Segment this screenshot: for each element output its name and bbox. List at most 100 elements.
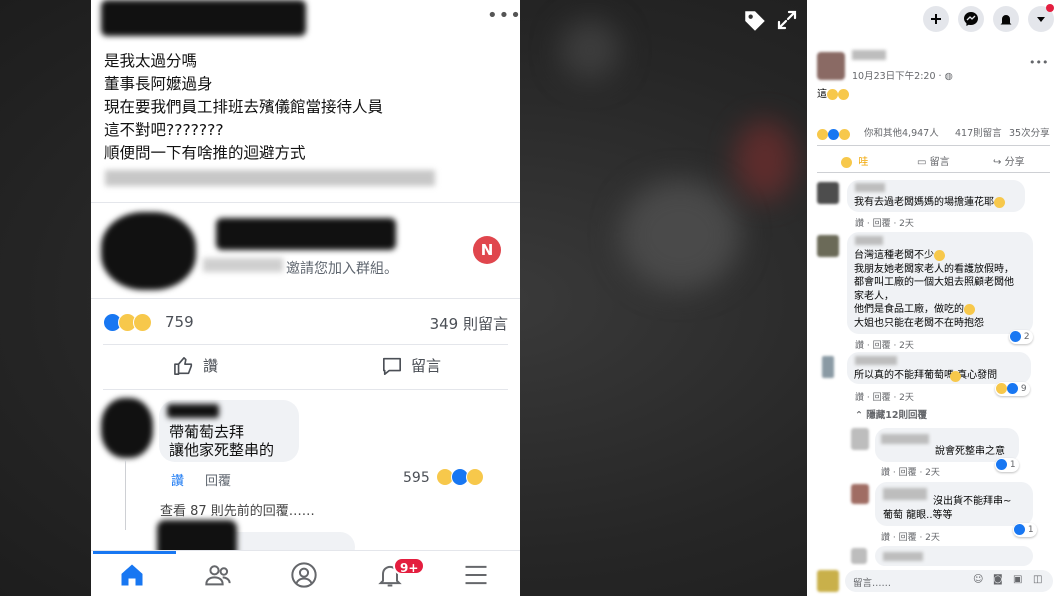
comment-line: 他們是食品工廠，做吃的 bbox=[854, 304, 964, 315]
reply-line: 沒出貨不能拜串~ bbox=[933, 496, 1012, 507]
comment-text-content: 我有去過老闆媽媽的場擔蓮花耶 bbox=[854, 197, 994, 208]
comment-line: 家老人， bbox=[854, 290, 894, 302]
like-count: 1 bbox=[1027, 525, 1034, 535]
sticker-icon[interactable]: ◫ bbox=[1033, 574, 1042, 585]
profile-icon[interactable] bbox=[290, 561, 318, 589]
poster-avatar[interactable] bbox=[817, 52, 845, 80]
comment-line: 帶葡萄去拜 bbox=[169, 423, 245, 441]
friends-icon[interactable] bbox=[204, 561, 232, 589]
background-blur bbox=[620, 180, 740, 290]
commenter-avatar[interactable] bbox=[817, 235, 839, 257]
reply-like-badge[interactable]: 1 bbox=[1013, 523, 1037, 537]
home-icon[interactable] bbox=[118, 561, 146, 589]
bottom-nav: 9+ bbox=[91, 550, 520, 596]
comment-line: 我朋友她老闆家老人的看護放假時， bbox=[854, 263, 1014, 275]
comment-like-link[interactable]: 讚 bbox=[171, 470, 184, 489]
view-previous-replies[interactable]: 查看 87 則先前的回覆…… bbox=[160, 500, 315, 519]
wow-emoji-icon bbox=[841, 156, 852, 168]
reply-meta[interactable]: 讚 · 回覆 · 2天 bbox=[881, 530, 940, 543]
comment-text: 台灣這種老闆不少 我朋友她老闆家老人的看護放假時， 都會叫工廠的一個大姐去照顧老… bbox=[854, 249, 1014, 330]
tag-icon[interactable] bbox=[742, 8, 768, 34]
haha-reaction-icon bbox=[996, 383, 1007, 394]
caption-text: 這 bbox=[817, 89, 827, 100]
divider bbox=[817, 172, 1050, 173]
comments-count[interactable]: 417則留言 bbox=[955, 125, 1002, 139]
reply-like-badge[interactable]: 1 bbox=[995, 458, 1019, 472]
shares-count[interactable]: 35次分享 bbox=[1009, 125, 1050, 139]
redacted-name bbox=[855, 236, 883, 245]
reaction-summary[interactable]: 759 349 則留言 bbox=[103, 311, 508, 335]
comment-text: 所以真的不能拜葡萄嗎 真心發問 bbox=[854, 370, 998, 381]
comment-meta[interactable]: 讚 · 回覆 · 2天 bbox=[855, 216, 914, 229]
comment-line: 台灣這種老闆不少 bbox=[854, 250, 934, 261]
wow-reaction-icon bbox=[839, 129, 850, 140]
hide-replies-toggle[interactable]: ⌃ 隱藏12則回覆 bbox=[855, 407, 927, 421]
invite-text: 邀請您加入群組。 bbox=[286, 261, 398, 277]
redacted-name bbox=[101, 0, 306, 36]
gif-icon[interactable]: ▣ bbox=[1013, 574, 1022, 585]
sidebar-top-bar bbox=[807, 0, 1060, 38]
redacted-name bbox=[855, 356, 897, 365]
thumbs-up-icon bbox=[174, 356, 193, 375]
comment-button[interactable]: 留言 bbox=[381, 355, 441, 376]
reactions-text[interactable]: 你和其他4,947人 bbox=[864, 125, 939, 139]
commenter-avatar[interactable] bbox=[817, 182, 839, 204]
redacted-group-name bbox=[216, 218, 396, 250]
like-reaction-icon bbox=[1014, 524, 1025, 535]
reply-line: 葡萄 龍眼..等等 bbox=[883, 510, 953, 521]
replier-avatar[interactable] bbox=[851, 548, 867, 564]
wow-action-button[interactable]: 哇 bbox=[841, 153, 868, 168]
like-button[interactable]: 讚 bbox=[173, 355, 218, 376]
redacted-name bbox=[852, 50, 886, 60]
messenger-button[interactable] bbox=[958, 6, 984, 32]
chevron-up-icon: ⌃ bbox=[855, 410, 863, 421]
comment-label: 留言 bbox=[411, 357, 442, 375]
redacted-name bbox=[883, 488, 927, 500]
comment-like-badge[interactable]: 2 bbox=[1009, 330, 1033, 344]
post-caption: 這 bbox=[817, 88, 849, 102]
wow-reaction-icon bbox=[133, 313, 152, 332]
more-options-icon[interactable]: ••• bbox=[487, 5, 520, 26]
commenter-avatar[interactable] bbox=[822, 356, 834, 378]
comment-meta[interactable]: 讚 · 回覆 · 2天 bbox=[855, 390, 914, 403]
emoji-picker-icon[interactable]: ☺ bbox=[973, 574, 983, 585]
reaction-count: 759 bbox=[165, 313, 194, 331]
notification-dot bbox=[1046, 4, 1054, 12]
comment-count[interactable]: 349 則留言 bbox=[430, 313, 508, 334]
comment-meta[interactable]: 讚 · 回覆 · 2天 bbox=[855, 338, 914, 351]
post-line: 董事長阿嬤過身 bbox=[104, 75, 213, 93]
comment-reply-link[interactable]: 回覆 bbox=[205, 470, 231, 489]
post-line: 是我太過分嗎 bbox=[104, 52, 198, 70]
post-line: 這不對吧??????? bbox=[104, 121, 224, 139]
replier-avatar[interactable] bbox=[851, 428, 869, 450]
reply-meta[interactable]: 讚 · 回覆 · 2天 bbox=[881, 465, 940, 478]
redacted-name bbox=[855, 183, 885, 192]
comment-action-button[interactable]: ▭ 留言 bbox=[917, 153, 950, 168]
like-count: 1 bbox=[1009, 460, 1016, 470]
comment-line: 都會叫工廠的一個大姐去照顧老闆他 bbox=[854, 277, 1014, 288]
replier-avatar[interactable] bbox=[851, 484, 869, 504]
menu-icon[interactable] bbox=[462, 561, 490, 589]
comment-like-badge[interactable]: 9 bbox=[995, 382, 1030, 396]
post-timestamp[interactable]: 10月23日下午2:20 · ◍ bbox=[852, 68, 953, 82]
camera-icon[interactable]: ◙ bbox=[993, 574, 1003, 585]
messenger-icon bbox=[964, 12, 978, 26]
like-reaction-icon bbox=[1010, 331, 1021, 342]
comment-line: 大姐也只能在老闆不在時抱怨 bbox=[854, 317, 984, 329]
divider bbox=[103, 389, 508, 390]
expand-icon[interactable] bbox=[775, 8, 799, 32]
post-line: 現在要我們員工排班去殯儀館當接待人員 bbox=[104, 98, 384, 116]
comment-input[interactable]: 留言…… ☺ ◙ ▣ ◫ bbox=[845, 570, 1053, 592]
create-button[interactable] bbox=[923, 6, 949, 32]
notifications-button[interactable] bbox=[993, 6, 1019, 32]
comment-label: 留言 bbox=[929, 157, 950, 168]
background-blur bbox=[735, 120, 795, 200]
comment-reaction-count: 595 bbox=[403, 470, 430, 486]
reaction-icons[interactable] bbox=[817, 124, 850, 143]
share-action-button[interactable]: ↪ 分享 bbox=[993, 153, 1025, 168]
like-reaction-icon bbox=[996, 459, 1007, 470]
redacted-avatar bbox=[101, 398, 153, 458]
more-options-icon[interactable]: ••• bbox=[1029, 56, 1048, 69]
group-badge[interactable]: N bbox=[473, 236, 501, 264]
plus-icon bbox=[931, 14, 941, 24]
